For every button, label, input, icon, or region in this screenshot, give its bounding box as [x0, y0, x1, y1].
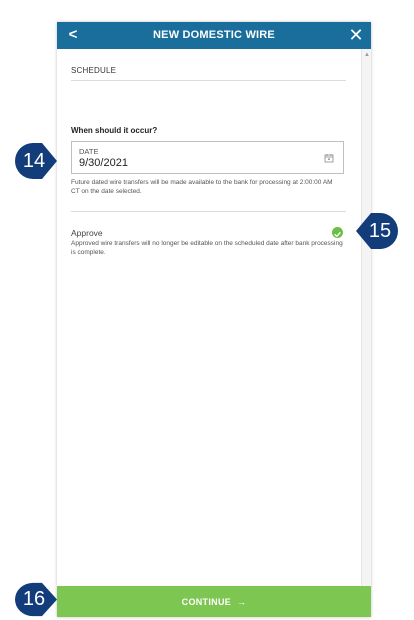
- arrow-right-icon: →: [237, 596, 247, 607]
- callout-number-15: 15: [368, 220, 392, 242]
- header-bar: < NEW DOMESTIC WIRE ✕: [57, 22, 371, 49]
- date-field[interactable]: DATE 9/30/2021: [71, 141, 344, 174]
- approve-label: Approve: [71, 228, 103, 238]
- schedule-question: When should it occur?: [71, 126, 158, 135]
- callout-marker-16: 16: [14, 582, 57, 620]
- approve-description: Approved wire transfers will no longer b…: [71, 240, 343, 256]
- callout-marker-15: 15: [356, 212, 399, 250]
- date-field-value[interactable]: 9/30/2021: [79, 157, 128, 169]
- continue-button[interactable]: CONTINUE →: [57, 586, 371, 617]
- checkmark-icon: [334, 232, 341, 238]
- section-divider: [71, 80, 346, 81]
- date-field-label: DATE: [79, 147, 99, 156]
- callout-number-14: 14: [22, 150, 46, 172]
- continue-label: CONTINUE: [181, 596, 232, 607]
- calendar-icon[interactable]: [324, 153, 334, 163]
- page-title: NEW DOMESTIC WIRE: [153, 29, 275, 41]
- chevron-left-icon: <: [68, 26, 78, 43]
- approve-divider: [71, 211, 346, 212]
- close-button[interactable]: ✕: [347, 25, 365, 45]
- section-title-schedule: SCHEDULE: [71, 66, 117, 75]
- callout-marker-14: 14: [14, 142, 57, 180]
- back-button[interactable]: <: [65, 25, 81, 45]
- callout-number-16: 16: [22, 588, 46, 610]
- wire-panel: < NEW DOMESTIC WIRE ✕ SCHEDULE When shou…: [57, 22, 371, 617]
- approve-toggle[interactable]: [332, 227, 343, 238]
- close-icon: ✕: [348, 25, 364, 45]
- date-helper-text: Future dated wire transfers will be made…: [71, 179, 333, 195]
- scroll-up-icon[interactable]: ▲: [363, 51, 371, 59]
- scrollbar[interactable]: ▲ ▼: [361, 49, 371, 609]
